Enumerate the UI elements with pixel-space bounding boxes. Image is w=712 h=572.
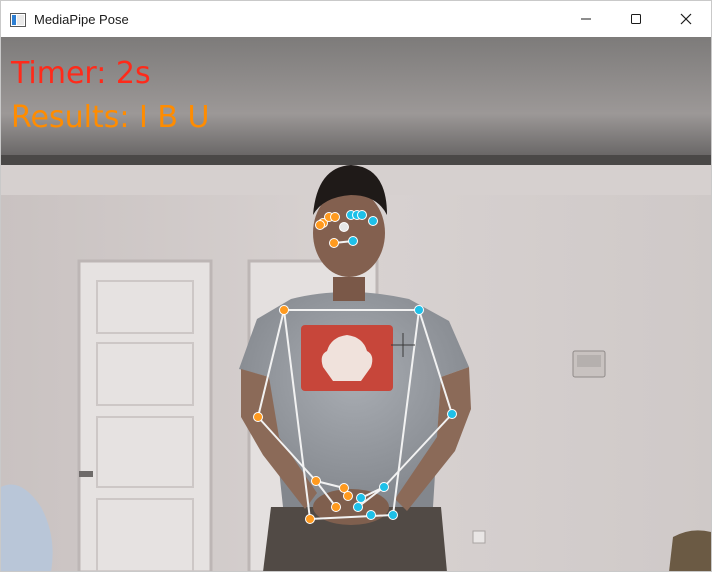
app-icon [10,12,26,27]
pose-landmark [311,476,321,486]
wall-outlet [472,530,486,544]
pose-landmark [368,216,378,226]
pose-landmark [253,412,263,422]
pose-landmark [357,210,367,220]
camera-viewport: Timer: 2s Results: I B U [1,37,711,571]
person-neck [333,277,365,301]
pose-landmark [279,305,289,315]
pose-landmark [379,482,389,492]
camera-frame: Timer: 2s Results: I B U [1,37,711,571]
close-button[interactable] [661,1,711,37]
minimize-button[interactable] [561,1,611,37]
close-icon [680,13,692,25]
foreground-object-right [669,530,711,571]
pose-landmark [353,502,363,512]
pose-landmark [339,222,349,232]
pose-landmark [305,514,315,524]
pose-landmark [388,510,398,520]
maximize-icon [631,14,641,24]
pose-landmark [331,502,341,512]
maximize-button[interactable] [611,1,661,37]
pose-landmark [315,220,325,230]
left-door [77,259,213,571]
title-bar[interactable]: MediaPipe Pose [1,1,711,37]
pose-landmark [343,491,353,501]
timer-text: Timer: 2s [10,56,151,91]
pose-landmark [329,238,339,248]
minimize-icon [581,18,591,20]
results-text: Results: I B U [11,100,209,135]
ceiling-edge [1,155,711,165]
app-window: MediaPipe Pose Timer: 2s Results: I B U [0,0,712,572]
window-title: MediaPipe Pose [34,11,129,27]
pose-landmark [414,305,424,315]
pose-landmark [348,236,358,246]
pose-landmark [330,212,340,222]
pose-landmark [356,493,366,503]
window-controls [561,1,711,37]
pose-landmark [447,409,457,419]
pose-landmark [366,510,376,520]
